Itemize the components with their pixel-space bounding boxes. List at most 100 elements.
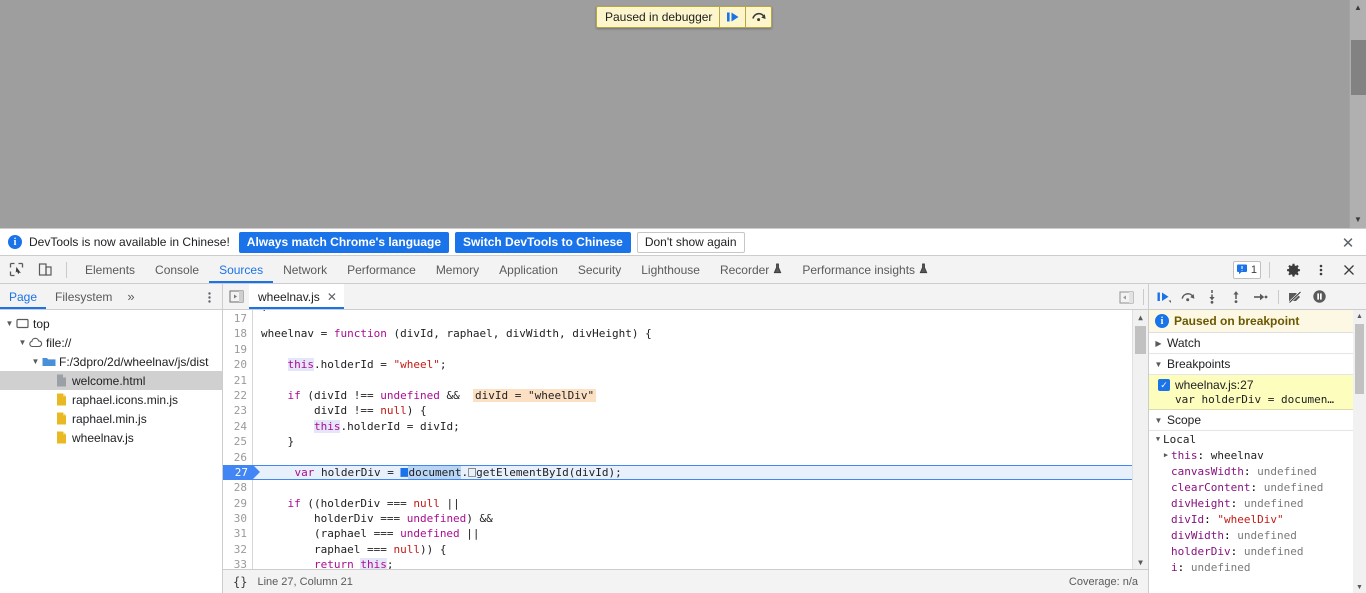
section-header-scope[interactable]: ▼ Scope — [1149, 410, 1366, 431]
devtools-language-infobar: i DevTools is now available in Chinese! … — [0, 228, 1366, 256]
twisty-collapsed-icon[interactable]: ▶ — [1161, 451, 1171, 459]
tree-item-label: wheelnav.js — [72, 430, 134, 445]
tree-item-top[interactable]: ▼ top — [0, 314, 222, 333]
tab-elements[interactable]: Elements — [75, 256, 145, 283]
tab-recorder[interactable]: Recorder — [710, 256, 792, 283]
line-content: this.holderId = "wheel"; — [287, 358, 447, 372]
paused-on-breakpoint-banner: i Paused on breakpoint — [1149, 310, 1366, 333]
pause-on-exceptions-button[interactable] — [1308, 286, 1330, 308]
tree-item-welcome-html[interactable]: welcome.html — [0, 371, 222, 390]
step-out-button[interactable] — [1225, 286, 1247, 308]
line-content: if (divId !== undefined && divId = "whee… — [287, 388, 597, 402]
step-into-button[interactable] — [1201, 286, 1223, 308]
tree-item-wheelnav-js[interactable]: wheelnav.js — [0, 428, 222, 447]
close-icon[interactable]: ✕ — [1338, 233, 1358, 253]
tab-application[interactable]: Application — [489, 256, 568, 283]
scope-var-divId[interactable]: divId: "wheelDiv" — [1149, 511, 1366, 527]
tab-label: Performance insights — [802, 262, 916, 277]
scope-var-canvasWidth[interactable]: canvasWidth: undefined — [1149, 463, 1366, 479]
switch-devtools-to-chinese-button[interactable]: Switch DevTools to Chinese — [455, 231, 631, 253]
breakpoint-item[interactable]: ✓ wheelnav.js:27 var holderDiv = documen… — [1149, 375, 1366, 410]
tab-sources[interactable]: Sources — [209, 256, 273, 283]
scroll-up-arrow-icon[interactable]: ▲ — [1353, 310, 1366, 322]
tab-performance-insights[interactable]: Performance insights — [792, 256, 938, 283]
twisty-expanded-icon[interactable]: ▼ — [4, 319, 15, 328]
object-popover-caret-outline-icon[interactable] — [468, 467, 477, 477]
scroll-up-arrow-icon[interactable]: ▲ — [1133, 310, 1148, 324]
gear-icon[interactable] — [1280, 257, 1306, 283]
tab-label: Security — [577, 262, 622, 277]
pretty-print-icon[interactable]: {} — [233, 575, 247, 589]
always-match-chrome-language-button[interactable]: Always match Chrome's language — [238, 231, 450, 253]
code-editor[interactable]: 16 } 17 18 wheelnav = function (divId, r… — [223, 310, 1148, 569]
resume-script-icon[interactable] — [719, 7, 745, 27]
collapse-navigator-icon[interactable] — [223, 284, 249, 310]
resume-button[interactable] — [1153, 286, 1175, 308]
tree-item-raphael-min-js[interactable]: raphael.min.js — [0, 409, 222, 428]
scope-var-holderDiv[interactable]: holderDiv: undefined — [1149, 543, 1366, 559]
twisty-expanded-icon[interactable]: ▼ — [1153, 435, 1163, 443]
show-navigator-icon[interactable] — [1113, 284, 1139, 310]
experiment-icon — [773, 263, 782, 277]
scope-group-local[interactable]: ▼ Local — [1149, 431, 1366, 447]
line-content: wheelnav = function (divId, raphael, div… — [261, 327, 652, 341]
device-toolbar-icon[interactable] — [32, 257, 58, 283]
scope-var-divHeight[interactable]: divHeight: undefined — [1149, 495, 1366, 511]
editor-tab-label: wheelnav.js — [258, 289, 320, 304]
debugger-sidebar: i Paused on breakpoint ▶ Watch ▼ Breakpo… — [1148, 284, 1366, 593]
tab-performance[interactable]: Performance — [337, 256, 426, 283]
tree-item-folder-dist[interactable]: ▼ F:/3dpro/2d/wheelnav/js/dist — [0, 352, 222, 371]
nav-tab-filesystem[interactable]: Filesystem — [46, 284, 121, 309]
twisty-expanded-icon[interactable]: ▼ — [17, 338, 28, 347]
tab-label: Performance — [347, 262, 416, 277]
page-vertical-scrollbar[interactable]: ▲ ▼ — [1349, 0, 1366, 228]
editor-vertical-scrollbar[interactable]: ▲ ▼ — [1132, 310, 1148, 569]
close-icon[interactable]: ✕ — [327, 290, 337, 304]
close-icon[interactable] — [1336, 257, 1362, 283]
issues-badge[interactable]: 1 — [1232, 261, 1261, 279]
toolbar-divider — [1143, 289, 1144, 305]
tab-lighthouse[interactable]: Lighthouse — [631, 256, 710, 283]
scroll-down-arrow-icon[interactable]: ▼ — [1133, 555, 1148, 569]
scope-var-clearContent[interactable]: clearContent: undefined — [1149, 479, 1366, 495]
tab-network[interactable]: Network — [273, 256, 337, 283]
step-over-icon[interactable] — [745, 7, 771, 27]
step-over-button[interactable] — [1177, 286, 1199, 308]
editor-tab-wheelnav-js[interactable]: wheelnav.js ✕ — [249, 284, 344, 309]
twisty-expanded-icon[interactable]: ▼ — [30, 357, 41, 366]
scroll-down-arrow-icon[interactable]: ▼ — [1353, 581, 1366, 593]
scope-var-divWidth[interactable]: divWidth: undefined — [1149, 527, 1366, 543]
section-header-watch[interactable]: ▶ Watch — [1149, 333, 1366, 354]
kebab-menu-icon[interactable] — [1308, 257, 1334, 283]
scope-var-value: undefined — [1257, 464, 1317, 478]
issues-count: 1 — [1250, 264, 1257, 276]
sidebar-vertical-scrollbar[interactable]: ▲ ▼ — [1353, 310, 1366, 593]
scrollbar-thumb[interactable] — [1351, 40, 1366, 95]
scope-var-this[interactable]: ▶ this: wheelnav — [1149, 447, 1366, 463]
infobar-message: DevTools is now available in Chinese! — [29, 235, 230, 249]
tree-item-raphael-icons-min-js[interactable]: raphael.icons.min.js — [0, 390, 222, 409]
dont-show-again-button[interactable]: Don't show again — [636, 231, 745, 253]
step-button[interactable] — [1249, 286, 1271, 308]
scroll-up-arrow-icon[interactable]: ▲ — [1350, 0, 1366, 16]
code-line-executing: 27 var holderDiv = document. getElementBy… — [223, 464, 1148, 481]
scroll-down-arrow-icon[interactable]: ▼ — [1350, 212, 1366, 228]
inspect-element-icon[interactable] — [3, 257, 29, 283]
nav-tab-page[interactable]: Page — [0, 284, 46, 309]
scope-var-i[interactable]: i: undefined — [1149, 559, 1366, 575]
object-popover-caret-icon[interactable] — [400, 467, 409, 477]
devtools-toolbar-right: 1 — [1232, 256, 1362, 284]
scrollbar-thumb[interactable] — [1135, 326, 1146, 354]
tab-security[interactable]: Security — [568, 256, 631, 283]
kebab-menu-icon[interactable] — [200, 288, 218, 306]
deactivate-breakpoints-button[interactable] — [1284, 286, 1306, 308]
script-icon — [54, 431, 69, 444]
scope-var-value: undefined — [1263, 480, 1324, 494]
scrollbar-thumb[interactable] — [1355, 324, 1364, 394]
breakpoint-checkbox[interactable]: ✓ — [1158, 379, 1170, 391]
tab-console[interactable]: Console — [145, 256, 209, 283]
tab-memory[interactable]: Memory — [426, 256, 489, 283]
tree-item-file-origin[interactable]: ▼ file:// — [0, 333, 222, 352]
section-header-breakpoints[interactable]: ▼ Breakpoints — [1149, 354, 1366, 375]
chevron-double-right-icon[interactable]: » — [121, 284, 140, 309]
